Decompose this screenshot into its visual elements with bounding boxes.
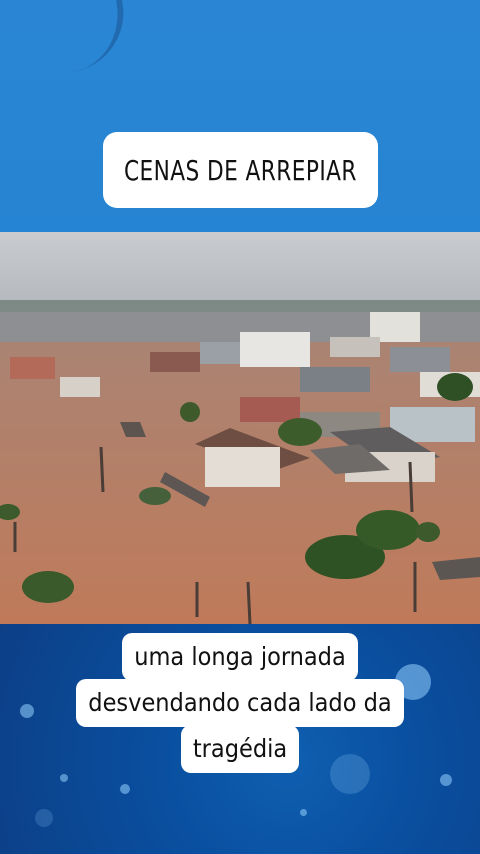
splash-dot [440, 774, 452, 786]
caption-line-3: tragédia [180, 725, 300, 773]
flooded-town-image [0, 232, 480, 624]
caption-line-1: uma longa jornada [122, 633, 358, 681]
caption-line-2: desvendando cada lado da [76, 679, 404, 727]
page-title: CENAS DE ARREPIAR [124, 153, 357, 187]
splash-dot [300, 809, 307, 816]
brush-stroke-decoration [34, 0, 132, 76]
splash-dot [35, 809, 53, 827]
top-banner: CENAS DE ARREPIAR [0, 0, 480, 232]
splash-dot [120, 784, 130, 794]
flood-photo [0, 232, 480, 624]
splash-dot [60, 774, 68, 782]
caption: uma longa jornada desvendando cada lado … [0, 633, 480, 773]
title-box: CENAS DE ARREPIAR [103, 132, 378, 208]
